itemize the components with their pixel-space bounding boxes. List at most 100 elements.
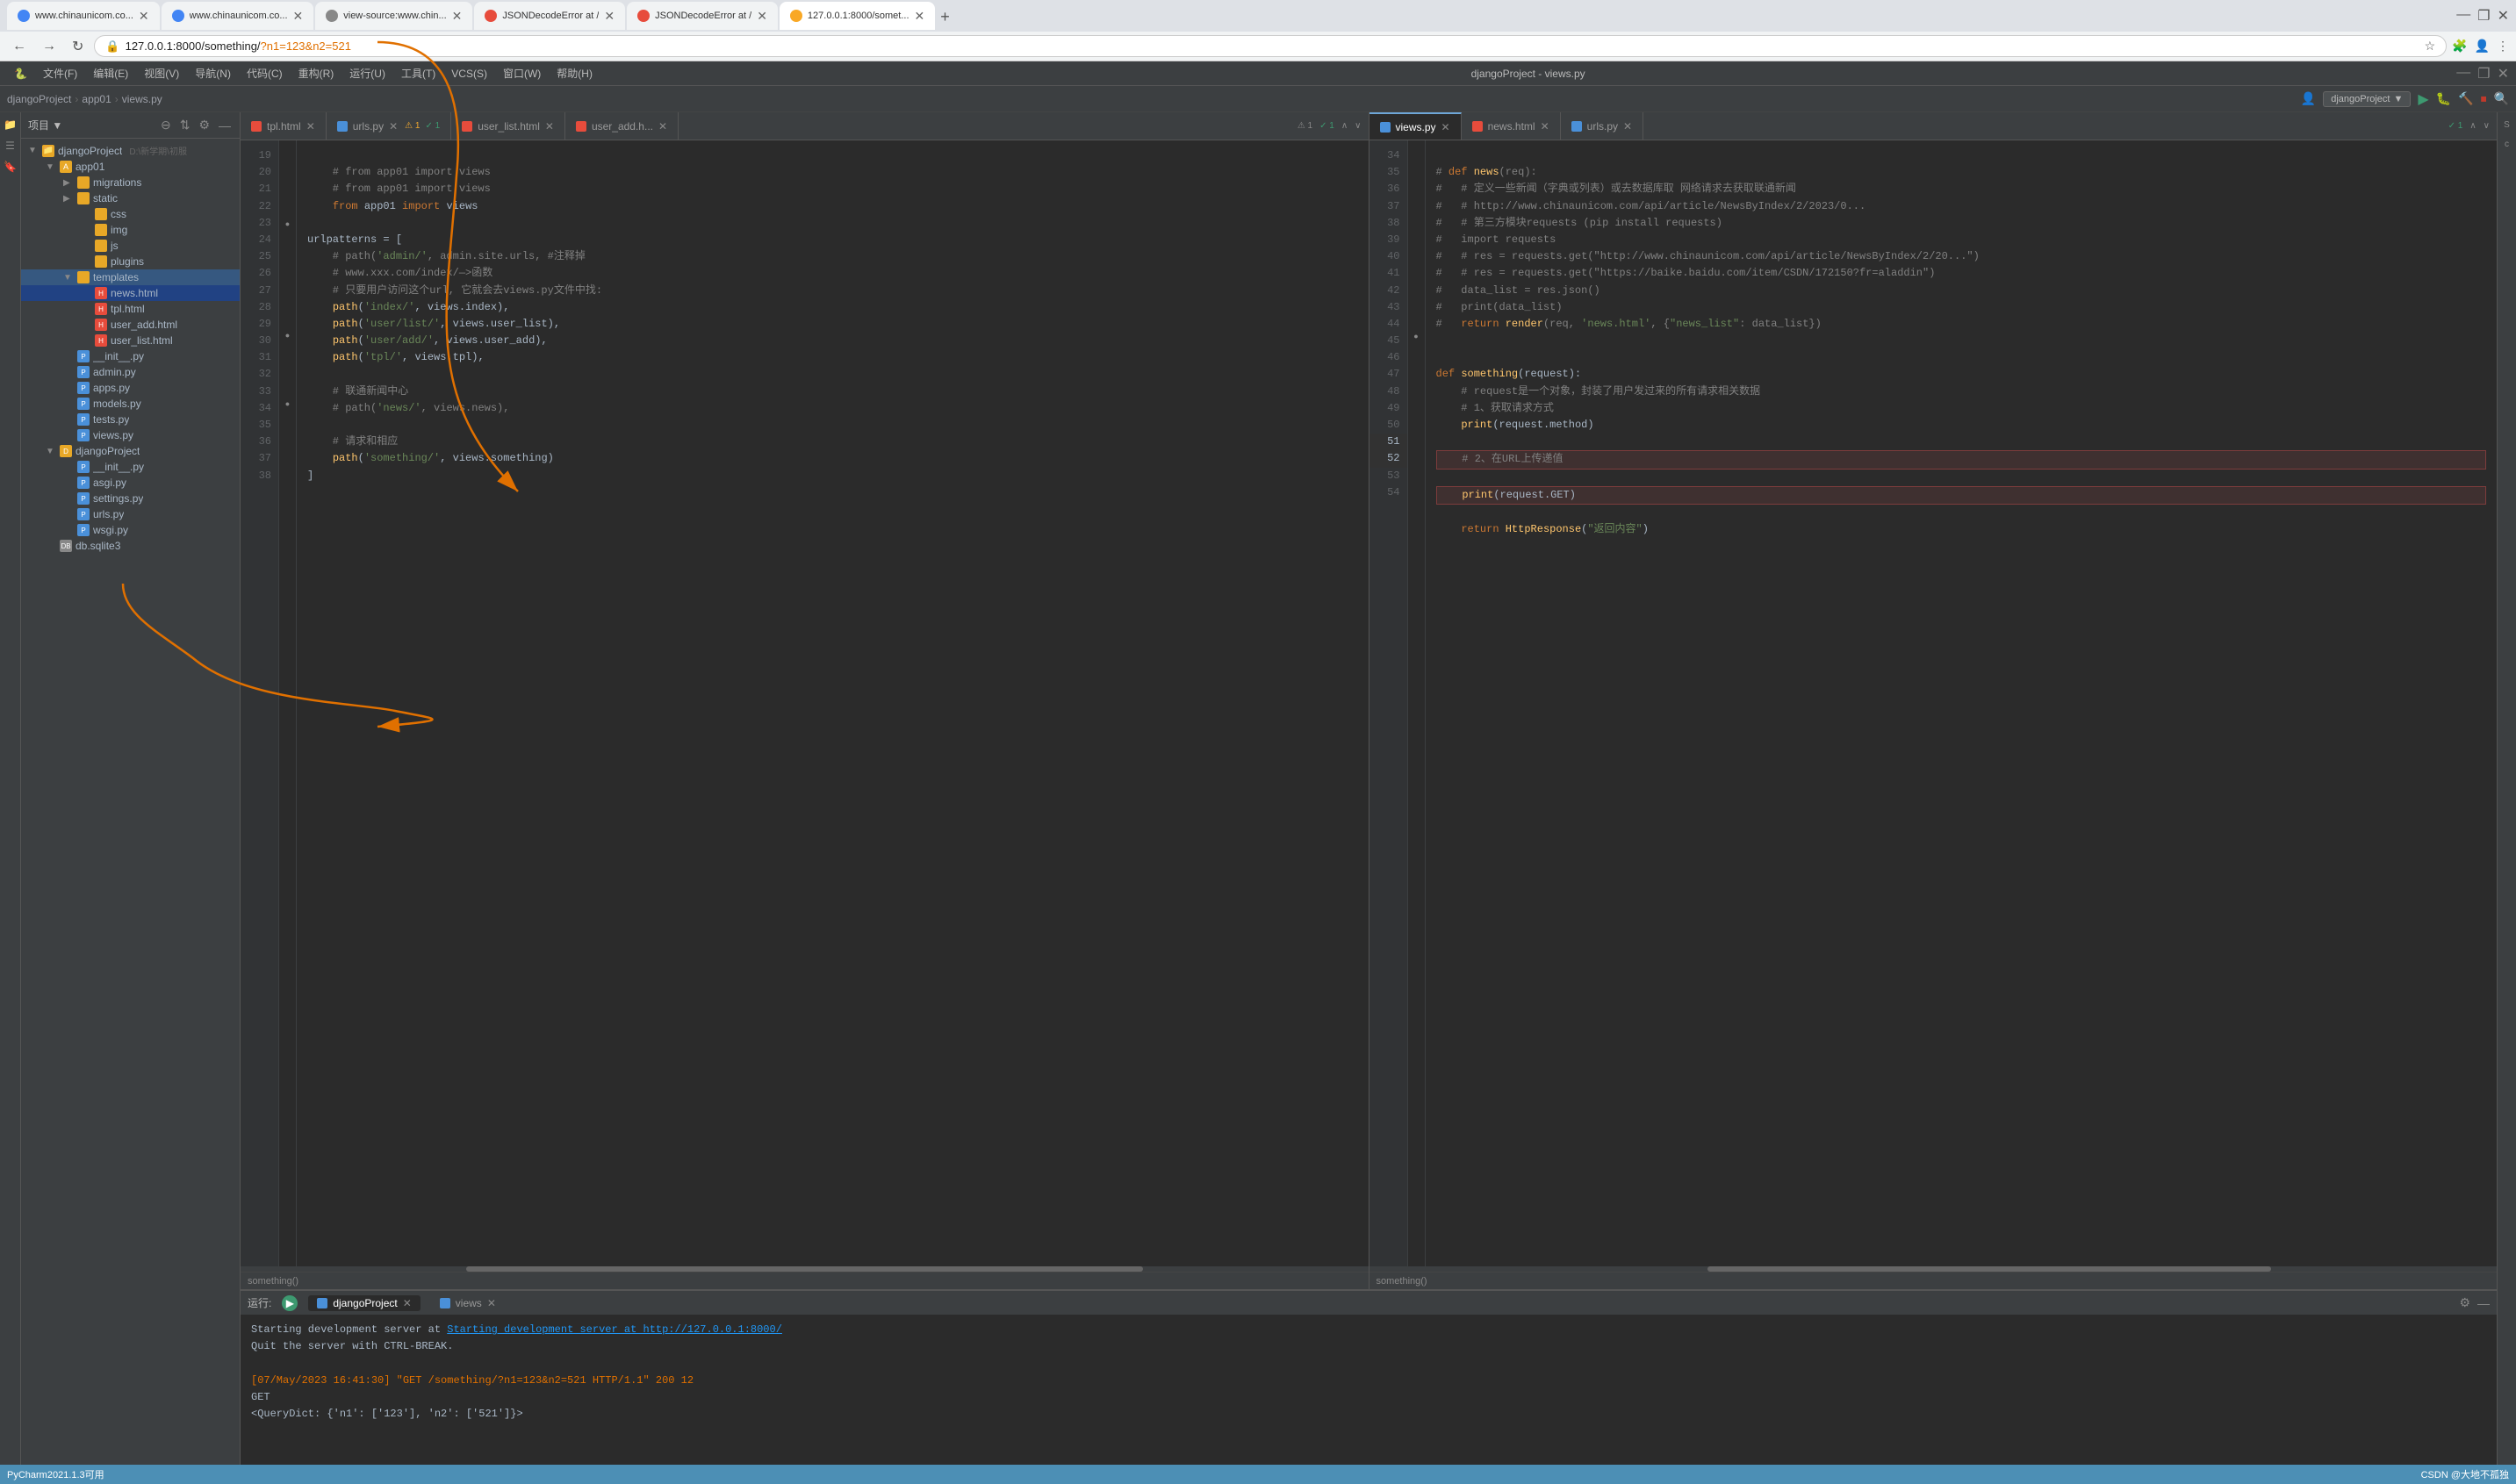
run-icon[interactable]: ▶ bbox=[2418, 90, 2428, 108]
back-button[interactable]: ← bbox=[7, 37, 32, 56]
extension-icon[interactable]: 🧩 bbox=[2452, 39, 2467, 54]
terminal-tab-views[interactable]: views ✕ bbox=[431, 1295, 505, 1311]
tree-item-urls[interactable]: P urls.py bbox=[21, 506, 240, 522]
tree-item-models-py[interactable]: P models.py bbox=[21, 396, 240, 412]
reload-button[interactable]: ↻ bbox=[67, 36, 89, 57]
tab-urls2[interactable]: urls.py ✕ bbox=[1561, 112, 1643, 140]
sidebar-collapse-all[interactable]: ⊖ bbox=[159, 116, 173, 134]
search-icon[interactable]: 🔍 bbox=[2494, 91, 2509, 106]
address-bar-input[interactable]: 🔒 127.0.0.1:8000/something/?n1=123&n2=52… bbox=[94, 35, 2447, 57]
terminal-tab-close-django[interactable]: ✕ bbox=[403, 1297, 412, 1309]
profile-icon[interactable]: 👤 bbox=[2475, 39, 2490, 54]
tree-item-asgi[interactable]: P asgi.py bbox=[21, 475, 240, 491]
run-green-button[interactable]: ▶ bbox=[282, 1295, 298, 1311]
tree-item-tests-py[interactable]: P tests.py bbox=[21, 412, 240, 427]
menubar-navigate[interactable]: 导航(N) bbox=[188, 64, 238, 82]
tree-item-templates[interactable]: ▼ templates bbox=[21, 269, 240, 285]
menubar-view[interactable]: 视图(V) bbox=[137, 64, 186, 82]
tab-close-views[interactable]: ✕ bbox=[1441, 121, 1450, 133]
browser-tab-3[interactable]: view-source:www.chin... ✕ bbox=[315, 2, 472, 30]
tab-close-news[interactable]: ✕ bbox=[1541, 120, 1549, 133]
tab-close-3[interactable]: ✕ bbox=[452, 9, 463, 24]
tree-item-init-py[interactable]: P __init__.py bbox=[21, 348, 240, 364]
tree-item-db[interactable]: DB db.sqlite3 bbox=[21, 538, 240, 554]
tree-item-migrations[interactable]: ▶ migrations bbox=[21, 175, 240, 190]
tree-item-tpl-html[interactable]: H tpl.html bbox=[21, 301, 240, 317]
right-icon-1[interactable]: S bbox=[2498, 116, 2516, 133]
star-icon[interactable]: ☆ bbox=[2425, 39, 2436, 54]
menubar-tools[interactable]: 工具(T) bbox=[394, 64, 442, 82]
debug-icon[interactable]: 🐛 bbox=[2436, 91, 2451, 106]
browser-tab-2[interactable]: www.chinaunicom.co... ✕ bbox=[162, 2, 314, 30]
bookmark-icon[interactable]: 🔖 bbox=[2, 158, 19, 176]
minimize-icon[interactable]: — bbox=[2456, 7, 2470, 25]
left-code-area[interactable]: # from app01 import views # from app01 i… bbox=[297, 140, 1369, 1266]
tab-close-2[interactable]: ✕ bbox=[293, 9, 304, 24]
tree-item-css[interactable]: css bbox=[21, 206, 240, 222]
right-scroll-down[interactable]: ∨ bbox=[2484, 121, 2490, 131]
tree-item-img[interactable]: img bbox=[21, 222, 240, 238]
browser-tab-5[interactable]: JSONDecodeError at / ✕ bbox=[627, 2, 778, 30]
terminal-link[interactable]: Starting development server at http://12… bbox=[447, 1323, 782, 1336]
tree-item-user-add-html[interactable]: H user_add.html bbox=[21, 317, 240, 333]
tree-item-wsgi[interactable]: P wsgi.py bbox=[21, 522, 240, 538]
tab-close-user-list[interactable]: ✕ bbox=[545, 120, 554, 133]
tab-views-py[interactable]: views.py ✕ bbox=[1369, 112, 1462, 140]
tab-close-1[interactable]: ✕ bbox=[139, 9, 149, 24]
tab-close-user-add[interactable]: ✕ bbox=[658, 120, 667, 133]
tree-item-root[interactable]: ▼ 📁 djangoProject D:\新学期\初服 bbox=[21, 142, 240, 159]
tab-news-html[interactable]: news.html ✕ bbox=[1462, 112, 1561, 140]
tab-urls[interactable]: urls.py ✕ ⚠ 1 ✓ 1 bbox=[327, 112, 451, 140]
tree-item-js[interactable]: js bbox=[21, 238, 240, 254]
breadcrumb-file[interactable]: views.py bbox=[122, 93, 162, 105]
sidebar-settings[interactable]: ⚙ bbox=[197, 116, 212, 134]
menubar-run[interactable]: 运行(U) bbox=[342, 64, 392, 82]
toolbar-user-icon[interactable]: 👤 bbox=[2301, 91, 2316, 106]
breadcrumb-app01[interactable]: app01 bbox=[82, 93, 111, 105]
ide-restore-icon[interactable]: ❐ bbox=[2477, 65, 2490, 82]
ide-minimize-icon[interactable]: — bbox=[2456, 65, 2470, 82]
breadcrumb-root[interactable]: djangoProject bbox=[7, 93, 71, 105]
project-selector[interactable]: djangoProject ▼ bbox=[2323, 91, 2411, 107]
left-scrollbar[interactable] bbox=[241, 1266, 1369, 1272]
terminal-settings-btn[interactable]: ⚙ bbox=[2459, 1295, 2470, 1310]
tab-user-add[interactable]: user_add.h... ✕ bbox=[565, 112, 679, 140]
tree-item-apps-py[interactable]: P apps.py bbox=[21, 380, 240, 396]
tree-item-plugins[interactable]: plugins bbox=[21, 254, 240, 269]
tab-close-6[interactable]: ✕ bbox=[915, 9, 925, 24]
tab-tpl-html[interactable]: tpl.html ✕ bbox=[241, 112, 327, 140]
tree-item-user-list-html[interactable]: H user_list.html bbox=[21, 333, 240, 348]
browser-tab-4[interactable]: JSONDecodeError at / ✕ bbox=[474, 2, 625, 30]
tree-item-app01[interactable]: ▼ A app01 bbox=[21, 159, 240, 175]
tab-close-5[interactable]: ✕ bbox=[757, 9, 767, 24]
tab-close-tpl[interactable]: ✕ bbox=[306, 120, 315, 133]
close-icon[interactable]: ✕ bbox=[2498, 7, 2509, 25]
tree-item-news-html[interactable]: H news.html bbox=[21, 285, 240, 301]
menubar-refactor[interactable]: 重构(R) bbox=[291, 64, 341, 82]
left-scroll-down[interactable]: ∨ bbox=[1355, 121, 1361, 131]
restore-icon[interactable]: ❐ bbox=[2477, 7, 2490, 25]
tree-item-djangoproject2[interactable]: ▼ D djangoProject bbox=[21, 443, 240, 459]
tree-item-admin-py[interactable]: P admin.py bbox=[21, 364, 240, 380]
tree-item-init2[interactable]: P __init__.py bbox=[21, 459, 240, 475]
sidebar-sort[interactable]: ⇅ bbox=[178, 116, 192, 134]
settings-icon[interactable]: ⋮ bbox=[2497, 39, 2509, 54]
sidebar-close[interactable]: — bbox=[217, 117, 233, 134]
project-icon[interactable]: 📁 bbox=[2, 116, 19, 133]
left-scroll-up[interactable]: ∧ bbox=[1341, 121, 1348, 131]
tab-user-list[interactable]: user_list.html ✕ bbox=[451, 112, 565, 140]
menubar-file[interactable]: 文件(F) bbox=[36, 64, 84, 82]
tab-close-urls[interactable]: ✕ bbox=[389, 120, 398, 133]
browser-tab-1[interactable]: www.chinaunicom.co... ✕ bbox=[7, 2, 160, 30]
terminal-tab-django[interactable]: djangoProject ✕ bbox=[308, 1295, 420, 1311]
terminal-expand-btn[interactable]: — bbox=[2477, 1296, 2490, 1310]
menubar-window[interactable]: 窗口(W) bbox=[496, 64, 548, 82]
ide-close-icon[interactable]: ✕ bbox=[2498, 65, 2509, 82]
new-tab-button[interactable]: + bbox=[937, 4, 953, 30]
terminal-tab-close-views[interactable]: ✕ bbox=[487, 1297, 496, 1309]
right-scrollbar[interactable] bbox=[1369, 1266, 2498, 1272]
tab-close-4[interactable]: ✕ bbox=[604, 9, 615, 24]
stop-icon[interactable]: ⏹ bbox=[2481, 91, 2487, 106]
menubar-code[interactable]: 代码(C) bbox=[240, 64, 290, 82]
build-icon[interactable]: 🔨 bbox=[2458, 91, 2473, 106]
